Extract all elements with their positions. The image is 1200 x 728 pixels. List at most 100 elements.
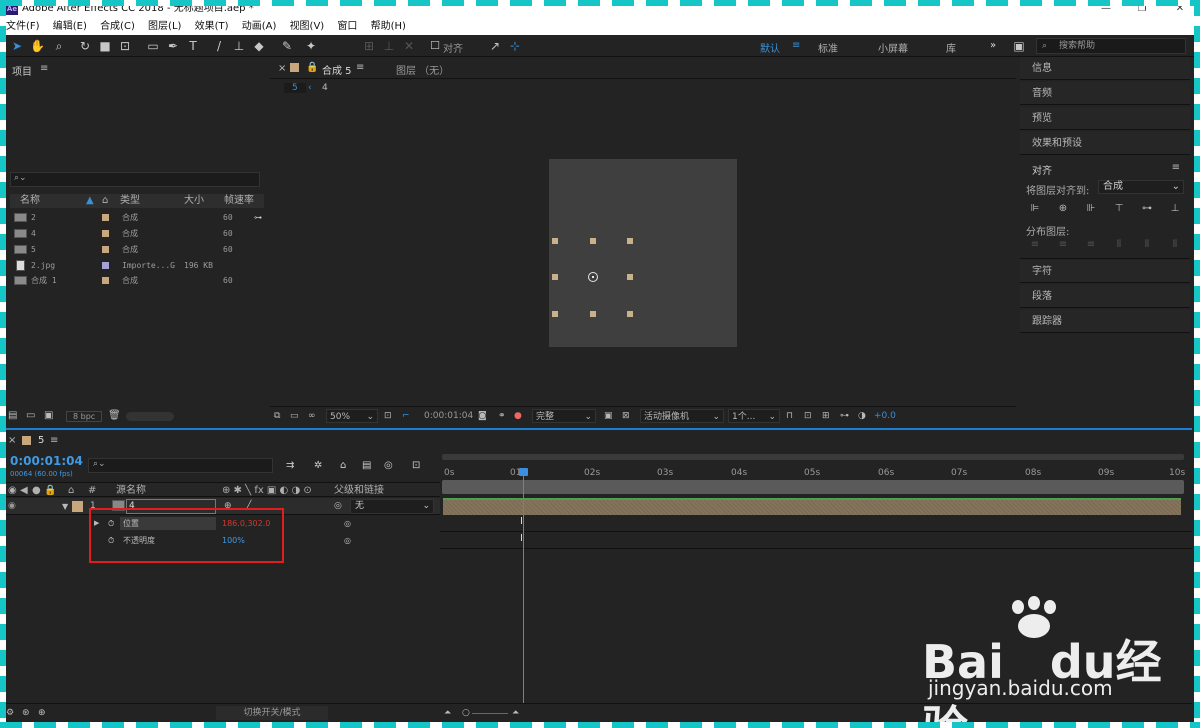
panel-preview[interactable]: 预览 (1020, 107, 1190, 130)
zoom-slider[interactable] (472, 713, 508, 714)
label-tag-icon[interactable]: ⌂ (102, 194, 108, 208)
col-source-name[interactable]: 源名称 (116, 483, 146, 498)
layer-handle[interactable] (552, 274, 558, 280)
distribute-right-icon[interactable]: ⦀ (1168, 239, 1182, 251)
zoom-dropdown[interactable]: 50% ⌄ (326, 409, 378, 423)
parent-dropdown[interactable]: 无 ⌄ (350, 499, 434, 514)
brush-tool-icon[interactable]: / (212, 39, 226, 53)
project-item[interactable]: 合成 1 合成 60 (10, 273, 264, 288)
shy-layers-icon[interactable]: ⌂ (340, 460, 346, 471)
graph-editor-icon[interactable]: ⊡ (412, 460, 420, 471)
distribute-top-icon[interactable]: ≡ (1028, 239, 1042, 251)
mask-icon[interactable]: ∞ (308, 409, 316, 423)
col-parent[interactable]: 父级和链接 (334, 483, 384, 498)
current-time-display[interactable]: 0:00:01:04 (10, 454, 83, 468)
workspace-libraries[interactable]: 库 (946, 40, 956, 55)
menu-view[interactable]: 视图(V) (290, 21, 325, 32)
comp-mini-flowchart-icon[interactable]: ⇉ (286, 460, 294, 471)
label-tag-icon[interactable]: ⌂ (68, 483, 74, 498)
align-right-icon[interactable]: ⊪ (1084, 203, 1098, 215)
monitor-icon[interactable]: ▭ (290, 409, 299, 423)
project-item[interactable]: 2 合成 60 ⊶ (10, 210, 264, 225)
menu-edit[interactable]: 编辑(E) (53, 21, 87, 32)
toggle-switches-modes-button[interactable]: 切换开关/模式 (216, 706, 328, 720)
hand-tool-icon[interactable]: ✋ (30, 39, 45, 53)
breadcrumb-item[interactable]: 5 (284, 83, 306, 93)
panel-audio[interactable]: 音频 (1020, 82, 1190, 105)
panel-effects-presets[interactable]: 效果和预设 (1020, 132, 1190, 155)
tab-composition[interactable]: 合成 5 (322, 62, 352, 77)
lock-icon[interactable]: 🔒 (306, 62, 318, 73)
playhead-handle[interactable] (519, 468, 528, 476)
new-composition-icon[interactable]: ▣ (44, 410, 53, 421)
timeline-tab[interactable]: 5 (38, 435, 44, 446)
panel-character[interactable]: 字符 (1020, 260, 1190, 283)
menu-animation[interactable]: 动画(A) (242, 21, 277, 32)
tab-layer[interactable]: 图层 （无） (396, 62, 449, 77)
align-menu-icon[interactable]: ≡ (1172, 162, 1180, 173)
eraser-tool-icon[interactable]: ◆ (252, 39, 266, 53)
snap-edge-icon[interactable]: ↗ (488, 39, 502, 53)
layer-handle[interactable] (552, 238, 558, 244)
pixel-aspect-icon[interactable]: ⊞ (822, 409, 830, 423)
zoom-out-icon[interactable]: ⏶ (444, 704, 451, 722)
project-item[interactable]: 2.jpg Importe...G 196 KB (10, 258, 264, 273)
menu-help[interactable]: 帮助(H) (371, 21, 406, 32)
timeline-menu-icon[interactable]: ≡ (50, 435, 58, 446)
align-top-icon[interactable]: ⊤ (1112, 203, 1126, 215)
align-hcenter-icon[interactable]: ⊕ (1056, 203, 1070, 215)
work-area-bar[interactable] (442, 480, 1184, 494)
project-item[interactable]: 4 合成 60 (10, 226, 264, 241)
thumbnail-slider[interactable] (126, 412, 174, 421)
expand-arrow-icon[interactable]: ▼ (62, 498, 68, 515)
time-ruler[interactable]: 0s 01s 02s 03s 04s 05s 06s 07s 08s 09s 1… (440, 462, 1192, 480)
trash-icon[interactable]: 🗑 (108, 410, 121, 421)
selection-tool-icon[interactable]: ➤ (10, 39, 24, 53)
bit-depth-button[interactable]: 8 bpc (66, 411, 103, 422)
panel-paragraph[interactable]: 段落 (1020, 285, 1190, 308)
workspace-default[interactable]: 默认 (760, 40, 780, 55)
new-folder-icon[interactable]: ▭ (26, 410, 35, 421)
layer-handle[interactable] (590, 311, 596, 317)
distribute-vcenter-icon[interactable]: ≡ (1056, 239, 1070, 251)
type-tool-icon[interactable]: T (186, 39, 200, 53)
camera-tool-icon[interactable]: ■ (98, 39, 112, 53)
pan-behind-tool-icon[interactable]: ⊡ (118, 39, 132, 53)
solo-switch-icon[interactable]: ● (32, 483, 41, 498)
clone-stamp-tool-icon[interactable]: ⊥ (232, 39, 246, 53)
workspace-standard[interactable]: 标准 (818, 40, 838, 55)
col-size[interactable]: 大小 (184, 194, 204, 208)
snap-checkbox[interactable]: ☐ (428, 39, 442, 53)
menu-layer[interactable]: 图层(L) (148, 21, 181, 32)
timeline-search-input[interactable]: ⌕⌄ (88, 458, 273, 473)
align-bottom-icon[interactable]: ⊥ (1168, 203, 1182, 215)
sync-settings-icon[interactable]: ▣ (1012, 39, 1026, 53)
always-preview-icon[interactable]: ⧉ (274, 409, 280, 423)
sort-arrow-icon[interactable]: ▲ (86, 194, 94, 208)
layer-handle[interactable] (552, 311, 558, 317)
audio-switch-icon[interactable]: ◀ (20, 483, 28, 498)
color-channel-icon[interactable]: ● (514, 409, 522, 423)
workspace-small-screen[interactable]: 小屏幕 (878, 40, 908, 55)
project-item[interactable]: 5 合成 60 (10, 242, 264, 257)
motion-blur-icon[interactable]: ◎ (384, 460, 393, 471)
snapshot-icon[interactable]: ◙ (478, 409, 487, 423)
layer-handle[interactable] (627, 311, 633, 317)
layer-duration-bar[interactable] (443, 498, 1181, 515)
pen-tool-icon[interactable]: ✒ (166, 39, 180, 53)
flowchart-icon[interactable]: ⊶ (840, 409, 849, 423)
menu-effect[interactable]: 效果(T) (195, 21, 229, 32)
video-switch-icon[interactable]: ◉ (8, 483, 17, 498)
zoom-tool-icon[interactable]: ⌕ (52, 39, 66, 53)
in-out-icon[interactable]: ⊕ (38, 704, 46, 722)
align-to-dropdown[interactable]: 合成 ⌄ (1098, 180, 1184, 194)
project-menu-icon[interactable]: ≡ (40, 63, 48, 74)
search-help-input[interactable]: ⌕ 搜索帮助 (1036, 38, 1186, 54)
layer-handle[interactable] (627, 274, 633, 280)
video-toggle-icon[interactable]: ◉ (8, 498, 16, 515)
roto-brush-tool-icon[interactable]: ✎ (280, 39, 294, 53)
col-name[interactable]: 名称 (20, 194, 40, 208)
exposure-value[interactable]: +0.0 (874, 409, 896, 423)
workspace-menu-icon[interactable]: ≡ (792, 40, 800, 51)
transparency-grid-icon[interactable]: ⊠ (622, 409, 630, 423)
